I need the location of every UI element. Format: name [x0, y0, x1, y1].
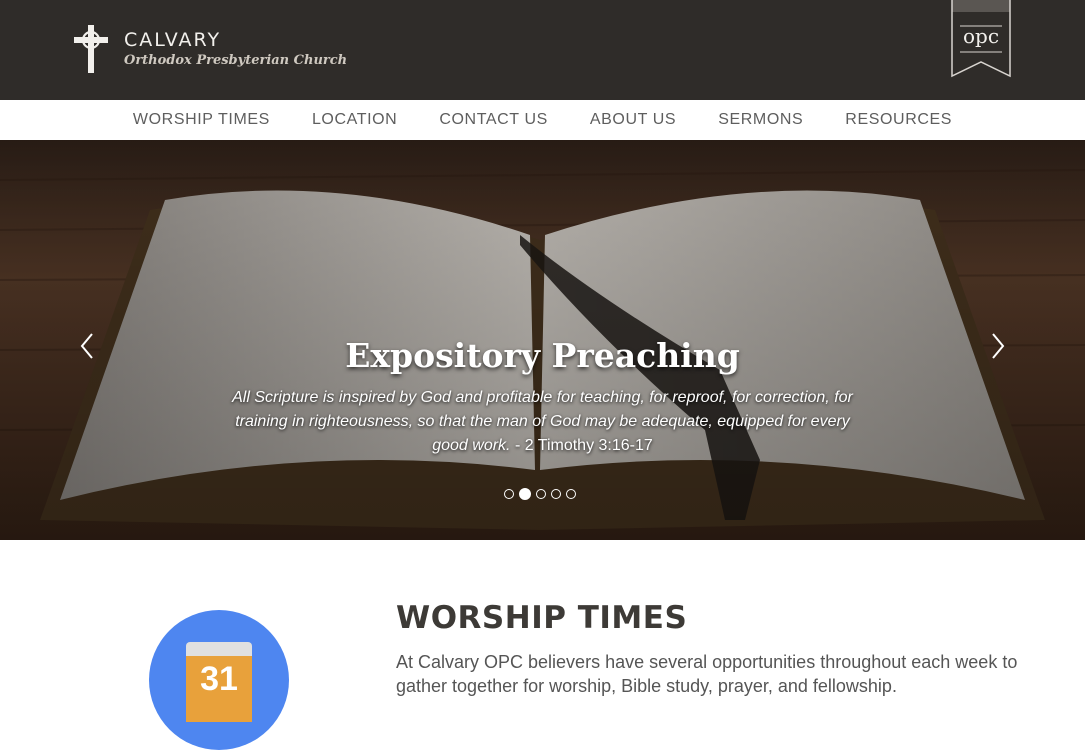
worship-icon-circle: 31 [149, 610, 289, 750]
nav-worship-times[interactable]: WORSHIP TIMES [133, 100, 270, 140]
main-nav: WORSHIP TIMES LOCATION CONTACT US ABOUT … [0, 100, 1085, 140]
carousel-dot-4[interactable] [551, 489, 561, 499]
scripture-reference: - 2 Timothy 3:16-17 [514, 437, 653, 454]
site-header: CALVARY Orthodox Presbyterian Church opc [0, 0, 1085, 100]
calendar-day: 31 [200, 660, 238, 698]
carousel-dot-1[interactable] [504, 489, 514, 499]
calendar-icon: 31 [186, 642, 252, 722]
nav-about-us[interactable]: ABOUT US [590, 100, 676, 140]
carousel-indicators [504, 488, 581, 501]
carousel-dot-5[interactable] [566, 489, 576, 499]
hero-carousel: Expository Preaching All Scripture is in… [0, 140, 1085, 540]
nav-contact-us[interactable]: CONTACT US [439, 100, 548, 140]
carousel-dot-3[interactable] [536, 489, 546, 499]
nav-sermons[interactable]: SERMONS [718, 100, 803, 140]
nav-location[interactable]: LOCATION [312, 100, 397, 140]
site-logo[interactable]: CALVARY Orthodox Presbyterian Church [72, 24, 347, 76]
brand-name: CALVARY [124, 29, 222, 51]
slide-title: Expository Preaching [345, 336, 740, 375]
slide-caption: All Scripture is inspired by God and pro… [225, 386, 860, 458]
brand-subtitle: Orthodox Presbyterian Church [124, 53, 348, 68]
worship-times-description: At Calvary OPC believers have several op… [396, 652, 1018, 696]
worship-times-heading: WORSHIP TIMES [396, 600, 688, 636]
opc-badge-text: opc [962, 24, 1000, 48]
celtic-cross-icon [74, 25, 108, 73]
nav-resources[interactable]: RESOURCES [845, 100, 952, 140]
carousel-dot-2-active[interactable] [519, 488, 531, 500]
